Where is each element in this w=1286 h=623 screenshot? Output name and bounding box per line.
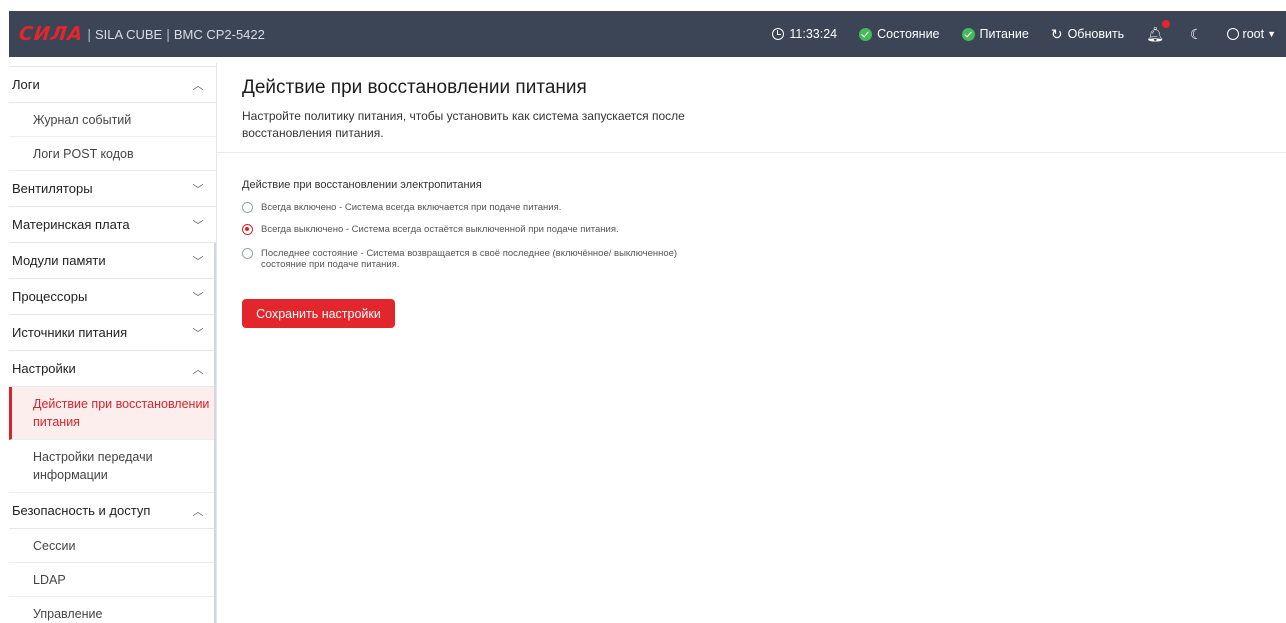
top-bar-actions: 11:33:24 Состояние Питание ↻ Обновить 🔔︎… [772,11,1286,57]
power-policy-label: Действие при восстановлении электропитан… [242,179,482,191]
radio-option-last-state[interactable]: Последнее состояние - Система возвращает… [242,248,691,270]
refresh-button[interactable]: ↻ Обновить [1051,27,1124,41]
chevron-down-icon: ﹀ [192,291,204,304]
refresh-icon: ↻ [1050,26,1063,42]
radio-option-always-off[interactable]: Всегда выключено - Система всегда остаёт… [242,224,681,235]
sidebar-item-sessions[interactable]: Сессии [9,529,216,563]
sidebar-group-security[interactable]: Безопасность и доступ ︿ [9,493,216,529]
product-name: SILA CUBE [94,26,163,42]
sidebar-item-label: Настройки передачи информации [33,450,153,482]
sidebar-group-fans[interactable]: Вентиляторы ﹀ [9,171,216,207]
radio-label: Всегда выключено - Система всегда остаёт… [261,224,619,235]
brand[interactable]: СИЛА | SILA CUBE | BMC CP2-5422 [17,23,265,45]
sidebar-item-data-transfer[interactable]: Настройки передачи информации [9,440,216,493]
radio-button[interactable] [242,248,253,259]
notification-badge [1161,19,1170,28]
sidebar-item-label: Управление [33,606,103,621]
chevron-down-icon: ﹀ [192,183,204,196]
sidebar-group-label: Безопасность и доступ [12,503,151,518]
device-name: BMC CP2-5422 [173,26,265,42]
radio-button[interactable] [242,224,253,235]
chevron-up-icon: ︿ [192,505,204,518]
theme-toggle[interactable]: ☾ [1190,26,1203,43]
chevron-up-icon: ︿ [192,363,204,376]
top-bar: СИЛА | SILA CUBE | BMC CP2-5422 11:33:24… [9,11,1286,57]
sidebar-item-power-restore[interactable]: Действие при восстановлении питания [9,387,216,440]
brand-separator: | [166,26,170,42]
sidebar-item-label: LDAP [33,572,66,587]
sidebar-group-motherboard[interactable]: Материнская плата ﹀ [9,207,216,243]
status-button[interactable]: Состояние [859,27,940,41]
sidebar-group-memory[interactable]: Модули памяти ﹀ [9,243,216,279]
clock-icon [772,28,785,40]
user-menu[interactable]: root ▼ [1226,27,1276,41]
sidebar-group-label: Источники питания [12,325,128,340]
brand-separator: | [87,26,91,42]
moon-icon: ☾ [1189,25,1203,42]
status-label: Состояние [877,27,940,41]
chevron-down-icon: ﹀ [192,327,204,340]
main-content: Действие при восстановлении питания Наст… [217,63,1286,623]
sidebar-group-settings[interactable]: Настройки ︿ [9,351,216,387]
sidebar-group-logs[interactable]: Логи ︿ [9,67,216,103]
page-title: Действие при восстановлении питания [242,77,587,98]
refresh-label: Обновить [1067,27,1125,41]
notifications-button[interactable]: 🔔︎ [1146,19,1170,43]
sidebar-group-label: Модули памяти [12,253,106,268]
page-description: Настройте политику питания, чтобы устано… [242,109,685,140]
divider [217,152,1286,153]
power-label: Питание [979,27,1029,41]
clock-time: 11:33:24 [789,27,838,41]
sidebar-group-power-supplies[interactable]: Источники питания ﹀ [9,315,216,351]
sidebar-group-label: Материнская плата [12,217,130,232]
caret-down-icon: ▼ [1267,29,1276,39]
sidebar-item-ldap[interactable]: LDAP [9,563,216,597]
sidebar-item-event-log[interactable]: Журнал событий [9,103,216,137]
check-circle-icon [961,27,975,41]
save-settings-button[interactable]: Сохранить настройки [242,299,395,328]
sidebar-group-processors[interactable]: Процессоры ﹀ [9,279,216,315]
radio-label: Последнее состояние - Система возвращает… [261,248,678,270]
chevron-down-icon: ﹀ [192,255,204,268]
user-circle-icon [1226,28,1239,40]
radio-button[interactable] [242,202,253,213]
sidebar-group-label: Логи [12,77,40,92]
app-window: СИЛА | SILA CUBE | BMC CP2-5422 11:33:24… [0,0,1286,623]
chevron-down-icon: ﹀ [192,219,204,232]
sidebar-group-label: Вентиляторы [12,181,93,196]
clock: 11:33:24 [772,27,837,41]
brand-logo: СИЛА [17,23,85,45]
sidebar-item-label: Журнал событий [33,112,132,127]
sidebar-item-label: Действие при восстановлении питания [33,397,210,429]
sidebar-item-post-codes[interactable]: Логи POST кодов [9,137,216,171]
check-circle-icon [859,27,873,41]
sidebar-item-management[interactable]: Управление [9,597,216,623]
power-button[interactable]: Питание [961,27,1029,41]
chevron-up-icon: ︿ [192,79,204,92]
radio-label: Всегда включено - Система всегда включае… [261,202,562,213]
sidebar-item-label: Логи POST кодов [33,146,134,161]
sidebar: Логи ︿ Журнал событий Логи POST кодов Ве… [9,63,217,623]
sidebar-item-label: Сессии [33,538,76,553]
user-name: root [1242,27,1265,41]
sidebar-group-label: Процессоры [12,289,88,304]
sidebar-group-label: Настройки [12,361,76,376]
bell-icon: 🔔︎ [1146,25,1164,42]
radio-option-always-on[interactable]: Всегда включено - Система всегда включае… [242,202,681,213]
